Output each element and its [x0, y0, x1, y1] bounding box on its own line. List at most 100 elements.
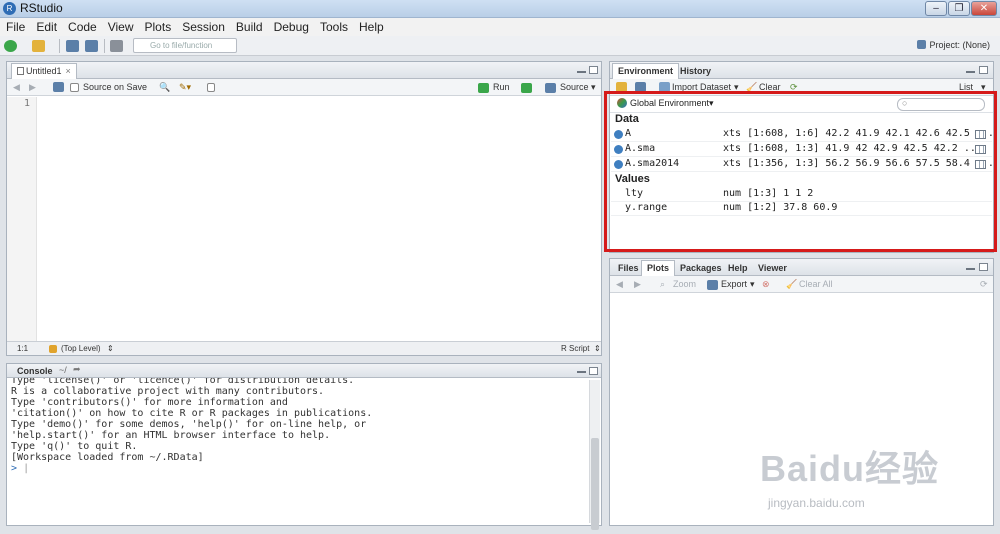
tab-viewer[interactable]: Viewer	[752, 260, 793, 276]
console-line: [Workspace loaded from ~/.RData]	[11, 452, 204, 463]
title-bar: R RStudio – ❐ ✕	[0, 0, 1000, 18]
tab-files[interactable]: Files	[612, 260, 645, 276]
menu-code[interactable]: Code	[62, 18, 102, 35]
new-file-icon[interactable]	[4, 40, 17, 52]
prompt-symbol: >	[11, 463, 18, 474]
chevron-updown-icon[interactable]: ⇕	[107, 344, 114, 353]
menu-help[interactable]: Help	[353, 18, 389, 35]
console-scrollbar[interactable]	[589, 380, 600, 530]
source-icon[interactable]	[545, 83, 556, 93]
menu-build[interactable]: Build	[230, 18, 268, 35]
cursor-position: 1:1	[17, 344, 29, 353]
run-icon[interactable]	[478, 83, 489, 93]
chevron-updown-icon[interactable]: ⇕	[594, 344, 601, 353]
console-prompt[interactable]: > |	[11, 463, 587, 474]
goto-file-input[interactable]: Go to file/function	[133, 38, 237, 53]
project-icon	[917, 40, 927, 49]
file-type-label[interactable]: R Script	[561, 344, 589, 353]
source-pane: Untitled1 × ◀ ▶ Source on Save 🔍 ✎▾ Run S…	[6, 61, 602, 356]
clear-all-button[interactable]: Clear All	[799, 279, 833, 289]
export-button[interactable]: Export	[721, 279, 747, 289]
maximize-button[interactable]: ❐	[948, 1, 970, 16]
console-line: Type 'contributors()' for more informati…	[11, 397, 288, 408]
run-button[interactable]: Run	[493, 82, 510, 92]
menu-session[interactable]: Session	[176, 18, 230, 35]
highlight-box	[604, 91, 997, 252]
tab-untitled1[interactable]: Untitled1 ×	[11, 63, 77, 79]
menu-plots[interactable]: Plots	[139, 18, 177, 35]
console-line: 'help.start()' for an HTML browser inter…	[11, 430, 331, 441]
environment-tabstrip: Environment History	[610, 62, 993, 79]
menu-edit[interactable]: Edit	[30, 18, 62, 35]
console-line: Type 'demo()' for some demos, 'help()' f…	[11, 419, 367, 430]
editor-toolbar: ◀ ▶ Source on Save 🔍 ✎▾ Run Source ▾	[7, 79, 601, 96]
maximize-pane-icon[interactable]	[979, 263, 988, 271]
magic-wand-icon[interactable]: ✎▾	[179, 82, 191, 93]
source-button[interactable]: Source	[560, 82, 589, 92]
forward-arrow-icon[interactable]: ▶	[29, 82, 36, 93]
close-tab-icon[interactable]: ×	[66, 66, 71, 76]
console-line: R is a collaborative project with many c…	[11, 386, 325, 397]
toolbar-divider	[59, 39, 60, 53]
back-arrow-icon[interactable]: ◀	[616, 279, 623, 290]
zoom-icon[interactable]: ⌕	[660, 279, 665, 290]
zoom-button[interactable]: Zoom	[673, 279, 696, 289]
maximize-pane-icon[interactable]	[589, 367, 598, 375]
source-on-save-label: Source on Save	[83, 82, 148, 92]
scope-icon	[49, 345, 57, 353]
code-editor[interactable]	[38, 97, 601, 351]
line-number-gutter: 1	[7, 97, 37, 351]
project-label: Project: (None)	[929, 40, 990, 50]
tab-plots[interactable]: Plots	[641, 260, 676, 276]
menu-tools[interactable]: Tools	[314, 18, 353, 35]
chevron-down-icon[interactable]: ▾	[750, 279, 755, 290]
chevron-down-icon[interactable]: ▾	[591, 82, 596, 93]
back-arrow-icon[interactable]: ◀	[13, 82, 20, 93]
tab-history[interactable]: History	[674, 63, 717, 79]
tab-packages[interactable]: Packages	[674, 260, 728, 276]
compile-report-icon[interactable]	[207, 83, 215, 92]
forward-arrow-icon[interactable]: ▶	[634, 279, 641, 290]
source-on-save-checkbox[interactable]	[70, 83, 79, 92]
files-tabstrip: Files Plots Packages Help Viewer	[610, 259, 993, 276]
scope-label[interactable]: (Top Level)	[61, 344, 101, 353]
minimize-pane-icon[interactable]	[577, 71, 586, 73]
menu-view[interactable]: View	[102, 18, 139, 35]
minimize-pane-icon[interactable]	[966, 268, 975, 270]
editor-status-bar: 1:1 (Top Level) ⇕ R Script ⇕	[7, 341, 601, 355]
watermark-url: jingyan.baidu.com	[768, 496, 865, 510]
refresh-icon[interactable]: ⟳	[980, 279, 988, 290]
tab-help[interactable]: Help	[722, 260, 754, 276]
console-path[interactable]: ~/	[59, 365, 67, 375]
main-toolbar: Go to file/function Project: (None)	[0, 36, 1000, 56]
export-icon[interactable]	[707, 280, 718, 290]
go-to-directory-icon[interactable]: ➦	[73, 364, 81, 375]
close-button[interactable]: ✕	[971, 1, 997, 16]
maximize-pane-icon[interactable]	[979, 66, 988, 74]
minimize-button[interactable]: –	[925, 1, 947, 16]
minimize-pane-icon[interactable]	[577, 371, 586, 373]
rstudio-logo-icon: R	[3, 2, 16, 15]
maximize-pane-icon[interactable]	[589, 66, 598, 74]
console-line: Type 'q()' to quit R.	[11, 441, 138, 452]
menu-file[interactable]: File	[0, 18, 30, 35]
print-icon[interactable]	[110, 40, 123, 52]
remove-plot-icon[interactable]: ⊗	[762, 279, 770, 290]
project-menu[interactable]: Project: (None)	[917, 40, 990, 50]
rerun-icon[interactable]	[521, 83, 532, 93]
tab-environment[interactable]: Environment	[612, 63, 680, 79]
minimize-pane-icon[interactable]	[966, 71, 975, 73]
file-icon	[17, 67, 24, 75]
line-number: 1	[23, 98, 30, 109]
scrollbar-thumb[interactable]	[591, 438, 599, 530]
save-all-icon[interactable]	[85, 40, 98, 52]
save-icon[interactable]	[66, 40, 79, 52]
search-icon[interactable]: 🔍	[159, 82, 170, 93]
open-folder-icon[interactable]	[32, 40, 45, 52]
save-icon[interactable]	[53, 82, 64, 92]
menu-debug[interactable]: Debug	[268, 18, 314, 35]
console-output[interactable]: Type 'license()' or 'licence()' for dist…	[11, 378, 587, 524]
console-line: Type 'license()' or 'licence()' for dist…	[11, 378, 355, 386]
console-pane: Console ~/ ➦ Type 'license()' or 'licenc…	[6, 363, 602, 530]
broom-icon[interactable]: 🧹	[786, 279, 797, 290]
